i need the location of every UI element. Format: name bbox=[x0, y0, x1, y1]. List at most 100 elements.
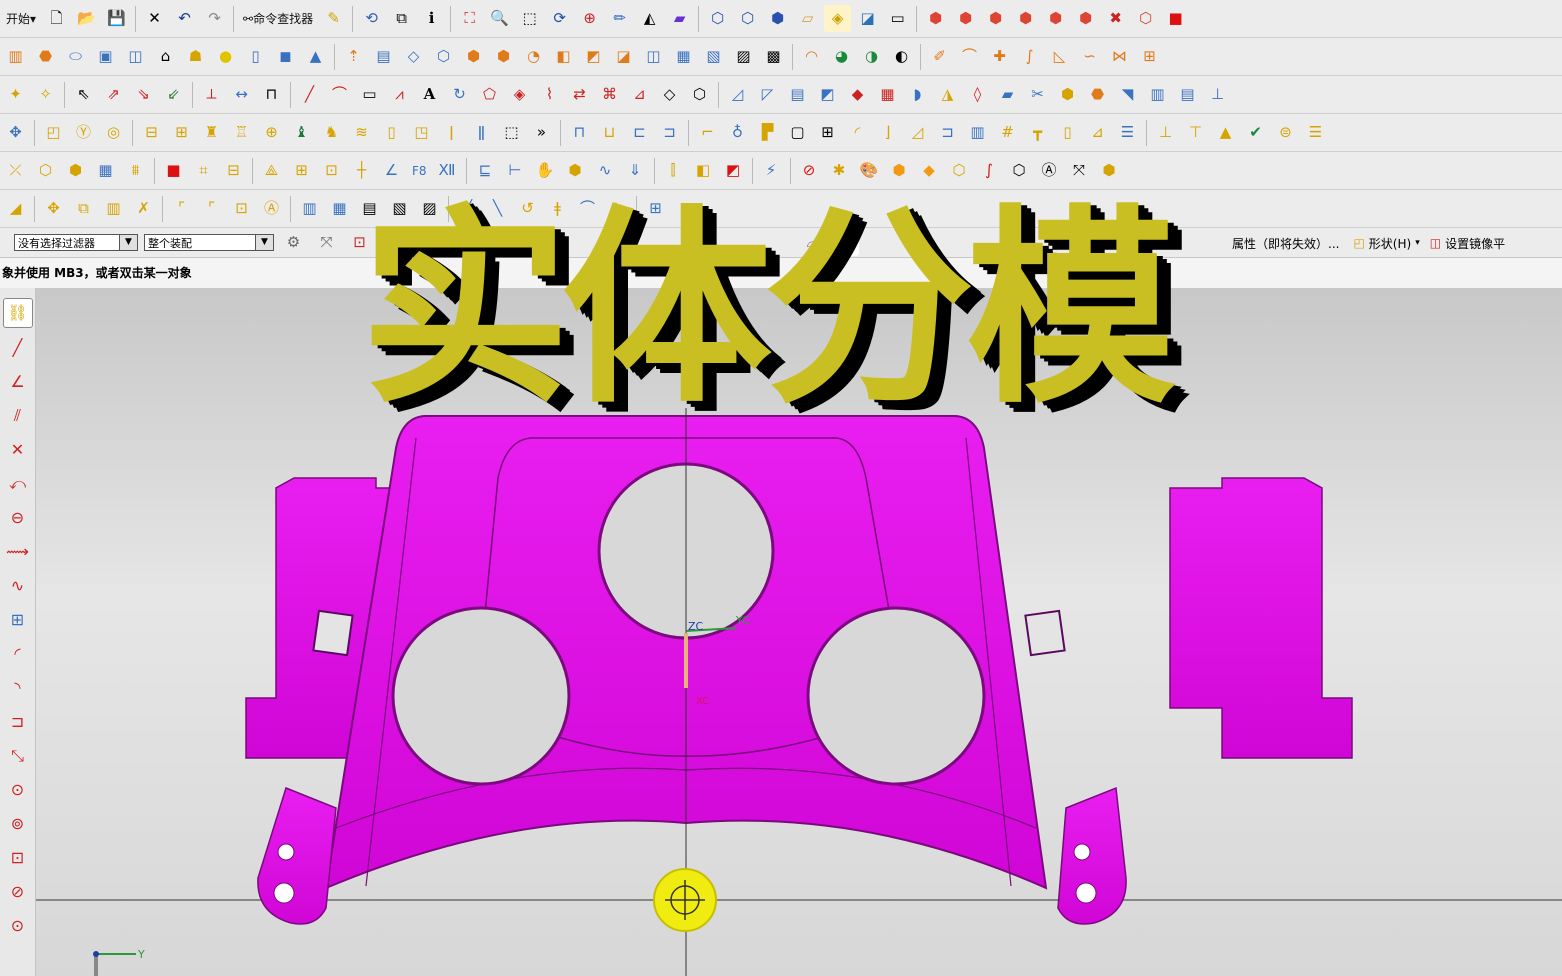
sketch-icon[interactable]: ✐ bbox=[926, 43, 953, 70]
bom-icon[interactable]: ⬚ bbox=[498, 119, 525, 146]
surface-icon[interactable]: ⊥ bbox=[1204, 81, 1231, 108]
grid-icon[interactable]: ▥ bbox=[964, 119, 991, 146]
cooling-icon[interactable]: ♝ bbox=[288, 119, 315, 146]
angle-icon[interactable]: ∠ bbox=[378, 157, 405, 184]
surface-icon[interactable]: ⬢ bbox=[1054, 81, 1081, 108]
plane-icon[interactable]: ⊿ bbox=[626, 81, 653, 108]
region-icon[interactable]: ♁ bbox=[724, 119, 751, 146]
cone-icon[interactable]: ▲ bbox=[302, 43, 329, 70]
mold-icon[interactable]: ◰ bbox=[40, 119, 67, 146]
block-icon[interactable]: ▥ bbox=[2, 43, 29, 70]
arrow-down-icon[interactable]: ⇓ bbox=[622, 157, 649, 184]
parting-icon[interactable]: ⊐ bbox=[656, 119, 683, 146]
solid-icon[interactable]: ◧ bbox=[550, 43, 577, 70]
mold-base-icon[interactable]: ⊞ bbox=[168, 119, 195, 146]
solid-icon[interactable]: ▧ bbox=[700, 43, 727, 70]
circle-line-icon[interactable]: ⊖ bbox=[4, 504, 32, 532]
project-icon[interactable]: ⇄ bbox=[566, 81, 593, 108]
polyline-icon[interactable]: ⩘ bbox=[386, 81, 413, 108]
corner-icon[interactable]: ⌜ bbox=[168, 195, 195, 222]
brush-icon[interactable]: ✎ bbox=[320, 5, 347, 32]
ruler-icon[interactable]: ↔ bbox=[228, 81, 255, 108]
curve-icon[interactable]: ∫ bbox=[1016, 43, 1043, 70]
parallel-line-icon[interactable]: ⫽ bbox=[4, 402, 32, 430]
surface-icon[interactable]: ▤ bbox=[784, 81, 811, 108]
sphere-icon[interactable]: ● bbox=[212, 43, 239, 70]
text-icon[interactable]: Ⓐ bbox=[258, 195, 285, 222]
mirror-plane-menu[interactable]: 设置镜像平 bbox=[1445, 235, 1505, 252]
cube-icon[interactable]: ⬡ bbox=[1006, 157, 1033, 184]
text-icon[interactable]: A bbox=[416, 81, 443, 108]
face-icon[interactable]: ◺ bbox=[1046, 43, 1073, 70]
ejector-icon[interactable]: ♖ bbox=[228, 119, 255, 146]
cylinder-icon[interactable]: ⬣ bbox=[32, 43, 59, 70]
stack-icon[interactable]: ⩩ bbox=[122, 157, 149, 184]
box-icon[interactable]: ⬡ bbox=[32, 157, 59, 184]
surface-icon[interactable]: ◿ bbox=[724, 81, 751, 108]
box-icon[interactable]: ⬡ bbox=[1132, 5, 1159, 32]
surface-icon[interactable]: ▰ bbox=[994, 81, 1021, 108]
surface-icon[interactable]: ◸ bbox=[754, 81, 781, 108]
select-icon[interactable]: ⇘ bbox=[130, 81, 157, 108]
grid-icon[interactable]: # bbox=[994, 119, 1021, 146]
solid-icon[interactable]: ⬢ bbox=[490, 43, 517, 70]
shape-icon[interactable]: ◩ bbox=[720, 157, 747, 184]
parting-icon[interactable]: ⊓ bbox=[566, 119, 593, 146]
cross-icon[interactable]: ┼ bbox=[348, 157, 375, 184]
pencil-icon[interactable]: ✏ bbox=[606, 5, 633, 32]
f8-icon[interactable]: F8 bbox=[408, 157, 431, 184]
surface-icon[interactable]: ◊ bbox=[964, 81, 991, 108]
cube-icon[interactable]: ◼ bbox=[272, 43, 299, 70]
check-icon[interactable]: ⊤ bbox=[1182, 119, 1209, 146]
box-icon[interactable]: ⬢ bbox=[1012, 5, 1039, 32]
insert-icon[interactable]: ▯ bbox=[378, 119, 405, 146]
box-icon[interactable]: ⬢ bbox=[982, 5, 1009, 32]
table-icon[interactable]: ▥ bbox=[296, 195, 323, 222]
region-icon[interactable]: ⌐ bbox=[694, 119, 721, 146]
new-file-icon[interactable]: 🗋 bbox=[43, 5, 70, 32]
shape-icon[interactable]: ◢ bbox=[2, 195, 29, 222]
spark-icon[interactable]: ✱ bbox=[826, 157, 853, 184]
pin-icon[interactable]: ǀ bbox=[438, 119, 465, 146]
rectangle-icon[interactable]: ▭ bbox=[884, 5, 911, 32]
join-icon[interactable]: ⌘ bbox=[596, 81, 623, 108]
curve-icon[interactable]: ∿ bbox=[592, 157, 619, 184]
pin-icon[interactable]: ǁ bbox=[468, 119, 495, 146]
red-box-icon[interactable]: ■ bbox=[160, 157, 187, 184]
frame-icon[interactable]: ⊞ bbox=[4, 606, 32, 634]
grid-icon[interactable]: ⊿ bbox=[1084, 119, 1111, 146]
surface-icon[interactable]: ⬣ bbox=[1084, 81, 1111, 108]
box-icon[interactable]: ⬢ bbox=[952, 5, 979, 32]
region-icon[interactable]: ▛ bbox=[754, 119, 781, 146]
ring-icon[interactable]: ◎ bbox=[100, 119, 127, 146]
mold-base-icon[interactable]: ⊟ bbox=[138, 119, 165, 146]
shape-icon[interactable]: ⬠ bbox=[476, 81, 503, 108]
rectangle-icon[interactable]: ▭ bbox=[356, 81, 383, 108]
color-icon[interactable]: ▰ bbox=[666, 5, 693, 32]
curve-icon[interactable]: ∿ bbox=[4, 572, 32, 600]
save-icon[interactable]: 💾 bbox=[103, 5, 130, 32]
cut-icon[interactable]: ✕ bbox=[141, 5, 168, 32]
more-icon[interactable]: » bbox=[528, 119, 555, 146]
solid-icon[interactable]: ⬢ bbox=[460, 43, 487, 70]
corner-icon[interactable]: ⊡ bbox=[228, 195, 255, 222]
shell-icon[interactable]: ⌂ bbox=[152, 43, 179, 70]
move-icon[interactable]: ✥ bbox=[40, 195, 67, 222]
snap-icon[interactable]: ⤧ bbox=[313, 229, 340, 256]
plane-icon[interactable]: ◇ bbox=[656, 81, 683, 108]
plane-icon[interactable]: ◇ bbox=[400, 43, 427, 70]
cube-iso-icon[interactable]: ⬢ bbox=[764, 5, 791, 32]
target-icon[interactable]: ⊕ bbox=[576, 5, 603, 32]
spline-icon[interactable]: ↻ bbox=[446, 81, 473, 108]
circle-icon[interactable]: ⊙ bbox=[4, 912, 32, 940]
list-icon[interactable]: ☰ bbox=[1302, 119, 1329, 146]
tube-icon[interactable]: ⬭ bbox=[62, 43, 89, 70]
solid-icon[interactable]: ◫ bbox=[640, 43, 667, 70]
solid-icon[interactable]: ⬡ bbox=[686, 81, 713, 108]
solid-icon[interactable]: ▦ bbox=[670, 43, 697, 70]
box-icon[interactable]: ⬢ bbox=[1042, 5, 1069, 32]
solid-icon[interactable]: ▩ bbox=[760, 43, 787, 70]
select-icon[interactable]: ⇖ bbox=[70, 81, 97, 108]
check-icon[interactable]: ▲ bbox=[1212, 119, 1239, 146]
select-icon[interactable]: ⇙ bbox=[160, 81, 187, 108]
